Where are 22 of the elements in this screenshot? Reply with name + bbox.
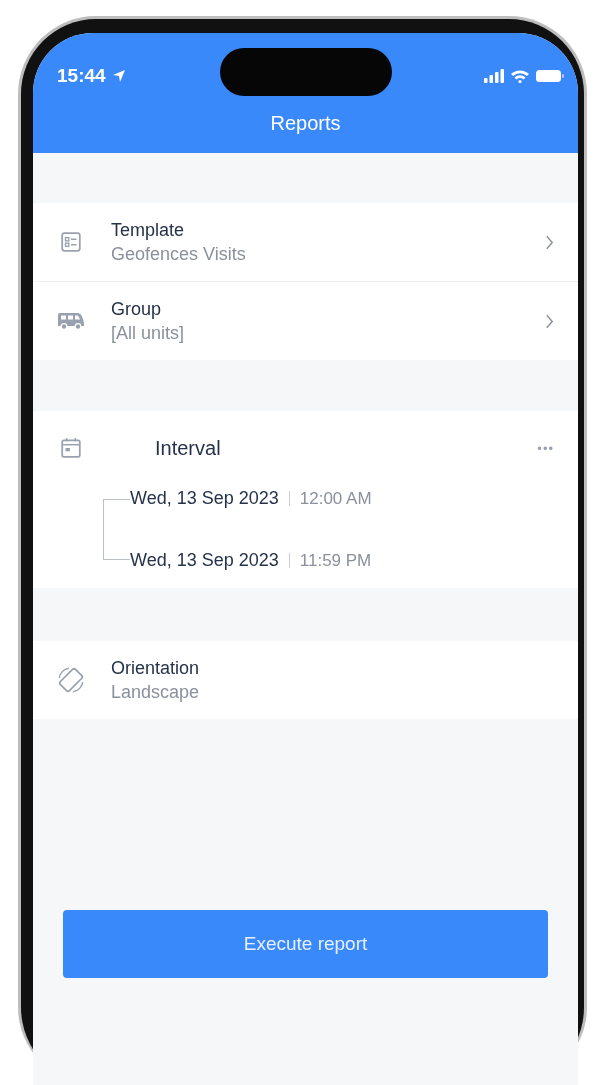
row-label: Orientation [111,657,200,679]
range-date: Wed, 13 Sep 2023 [130,550,279,571]
row-value: Landscape [111,681,200,703]
row-label: Group [111,298,162,320]
screen-title: Reports [270,112,341,135]
date-time-row[interactable]: Wed, 13 Sep 2023 12:00 AM [130,487,372,510]
range-time: 12:00 AM [299,488,372,509]
battery-icon [536,69,564,83]
range-time: 11:59 PM [299,550,372,571]
range-bracket [103,499,130,560]
location-arrow-icon [111,69,126,83]
chevron-right-icon [545,234,554,250]
signal-icon [484,69,504,83]
row-value: [All units] [111,322,185,344]
wifi-icon [510,69,530,83]
row-label: Template [111,219,185,241]
date-time-row[interactable]: Wed, 13 Sep 2023 11:59 PM [130,549,372,572]
range-date: Wed, 13 Sep 2023 [130,488,279,509]
row-value: Geofences Visits [111,243,246,265]
chevron-right-icon [545,313,554,329]
status-time: 15:44 [57,65,106,87]
interval-label: Interval [155,436,222,460]
